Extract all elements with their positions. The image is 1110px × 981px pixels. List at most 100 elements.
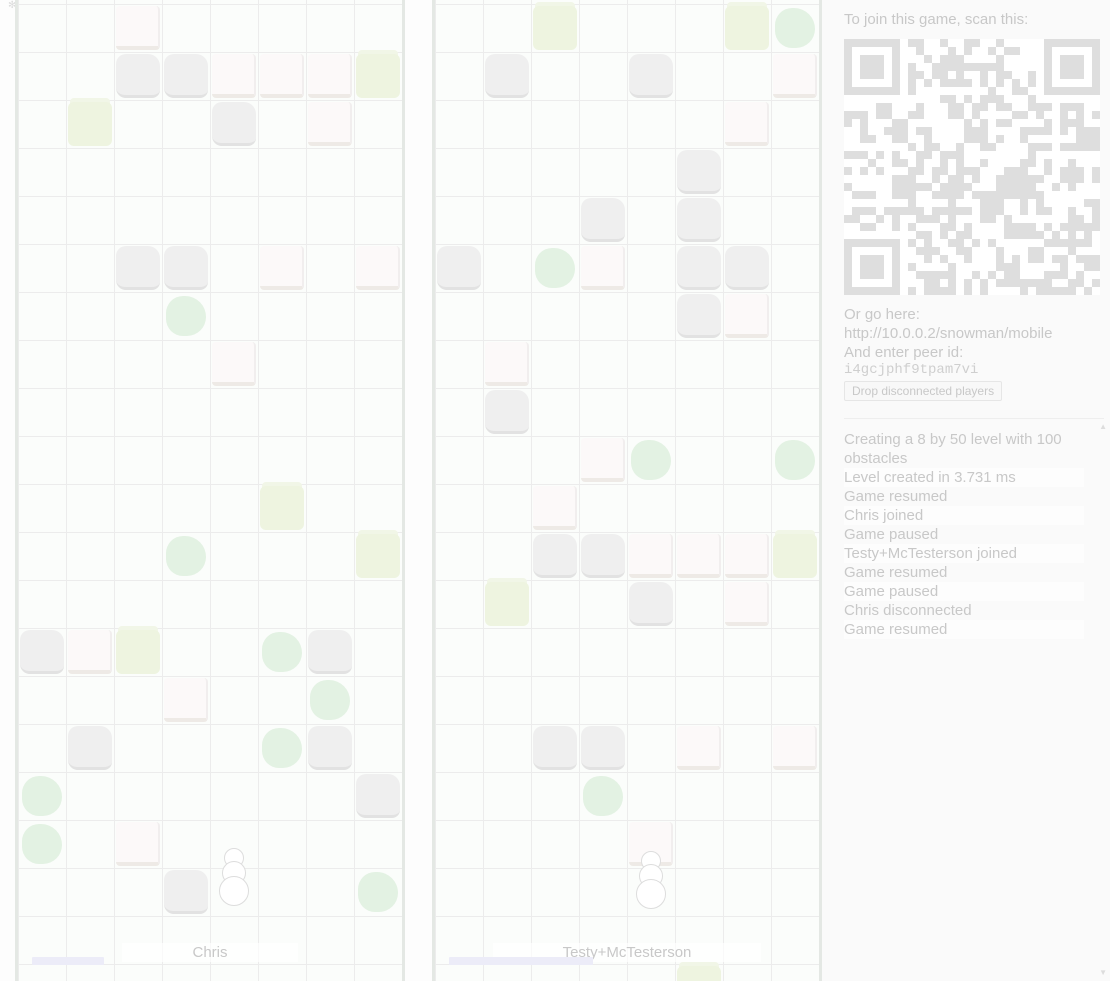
rock-icon: [437, 246, 481, 290]
grass-icon: [485, 582, 529, 626]
rock-icon: [677, 150, 721, 194]
grass-icon: [68, 102, 112, 146]
rock-icon: [677, 294, 721, 338]
peer-id-value: i4gcjphf9tpam7vi: [844, 362, 979, 378]
rock-icon: [725, 246, 769, 290]
snow-block-icon: [677, 726, 721, 770]
snow-block-icon: [725, 534, 769, 578]
go-here-label: Or go here:: [844, 306, 920, 323]
progress-bar-chris: [32, 957, 105, 965]
snow-block-icon: [308, 102, 352, 146]
rock-icon: [677, 246, 721, 290]
snow-block-icon: [212, 342, 256, 386]
snow-block-icon: [308, 54, 352, 98]
tree-icon: [583, 776, 623, 816]
rock-icon: [20, 630, 64, 674]
peer-id-label: And enter peer id:: [844, 344, 964, 361]
grass-icon: [260, 486, 304, 530]
rock-icon: [116, 246, 160, 290]
rock-icon: [308, 726, 352, 770]
sidebar: To join this game, scan this: Or go here…: [822, 0, 1110, 981]
log-entry: Level created in 3.731 ms: [844, 468, 1084, 487]
join-url[interactable]: http://10.0.0.2/snowman/mobile: [844, 324, 1052, 343]
rock-icon: [68, 726, 112, 770]
snow-block-icon: [116, 822, 160, 866]
tree-icon: [22, 824, 62, 864]
log-entry: Game resumed: [844, 488, 948, 505]
snow-block-icon: [533, 486, 577, 530]
snow-block-icon: [164, 678, 208, 722]
rock-icon: [116, 54, 160, 98]
drop-disconnected-button[interactable]: Drop disconnected players: [844, 381, 1003, 401]
snow-block-icon: [485, 342, 529, 386]
tree-icon: [775, 440, 815, 480]
rock-icon: [677, 198, 721, 242]
snow-block-icon: [260, 54, 304, 98]
snow-block-icon: [773, 54, 817, 98]
grass-icon: [773, 534, 817, 578]
grass-icon: [533, 6, 577, 50]
player-board-chris: Chris: [15, 0, 405, 981]
rock-icon: [581, 534, 625, 578]
tree-icon: [775, 8, 815, 48]
log-entry: Game paused: [844, 582, 1084, 601]
snow-block-icon: [212, 54, 256, 98]
scroll-up-icon[interactable]: ▲: [1099, 422, 1107, 431]
grass-icon: [356, 54, 400, 98]
qr-code: [844, 39, 1100, 295]
log-entry: Game resumed: [844, 620, 1084, 639]
snow-block-icon: [677, 534, 721, 578]
rock-icon: [356, 774, 400, 818]
tree-icon: [310, 680, 350, 720]
grass-icon: [356, 534, 400, 578]
rock-icon: [581, 726, 625, 770]
rock-icon: [485, 54, 529, 98]
rock-icon: [164, 54, 208, 98]
tree-icon: [631, 440, 671, 480]
tree-icon: [535, 248, 575, 288]
snow-block-icon: [116, 6, 160, 50]
snow-block-icon: [68, 630, 112, 674]
rock-icon: [629, 582, 673, 626]
snow-block-icon: [581, 438, 625, 482]
log-entry: Game resumed: [844, 564, 948, 581]
snow-block-icon: [581, 246, 625, 290]
snow-block-icon: [260, 246, 304, 290]
rock-icon: [164, 246, 208, 290]
grass-icon: [725, 6, 769, 50]
tree-icon: [262, 728, 302, 768]
log-entry: Chris joined: [844, 506, 1084, 525]
player-name-chris: Chris: [122, 943, 298, 962]
tree-icon: [358, 872, 398, 912]
grass-icon: [116, 630, 160, 674]
tree-icon: [166, 296, 206, 336]
player-board-testy: Testy+McTesterson: [432, 0, 822, 981]
snow-block-icon: [356, 246, 400, 290]
log-entry: Chris disconnected: [844, 602, 972, 619]
join-label: To join this game, scan this:: [844, 11, 1029, 28]
scroll-down-icon[interactable]: ▼: [1099, 968, 1107, 977]
snowman-icon: [219, 848, 249, 906]
snow-block-icon: [725, 102, 769, 146]
event-log: Creating a 8 by 50 level with 100 obstac…: [844, 430, 1084, 639]
tree-icon: [166, 536, 206, 576]
rock-icon: [212, 102, 256, 146]
progress-bar-testy: [449, 957, 594, 965]
grass-icon: [677, 966, 721, 981]
rock-icon: [581, 198, 625, 242]
rock-icon: [485, 390, 529, 434]
tree-icon: [22, 776, 62, 816]
log-entry: Testy+McTesterson joined: [844, 544, 1084, 563]
rock-icon: [629, 54, 673, 98]
snow-block-icon: [725, 294, 769, 338]
tree-icon: [262, 632, 302, 672]
rock-icon: [533, 726, 577, 770]
snow-block-icon: [725, 582, 769, 626]
snow-block-icon: [629, 534, 673, 578]
divider: [844, 418, 1104, 419]
rock-icon: [533, 534, 577, 578]
log-entry: Creating a 8 by 50 level with 100 obstac…: [844, 431, 1062, 467]
rock-icon: [308, 630, 352, 674]
log-entry: Game paused: [844, 526, 939, 543]
snowman-icon: [636, 851, 666, 909]
